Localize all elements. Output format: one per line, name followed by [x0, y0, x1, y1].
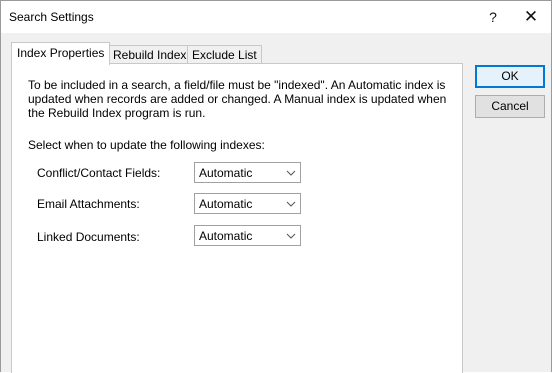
tab-index-properties[interactable]: Index Properties [11, 42, 111, 65]
email-attachments-label: Email Attachments: [37, 197, 140, 211]
linked-documents-value: Automatic [199, 229, 253, 243]
conflict-contact-fields-label: Conflict/Contact Fields: [37, 166, 161, 180]
ok-button[interactable]: OK [475, 65, 545, 88]
cancel-button[interactable]: Cancel [475, 95, 545, 118]
conflict-contact-fields-value: Automatic [199, 166, 253, 180]
index-prompt-label: Select when to update the following inde… [28, 138, 265, 152]
dialog-title: Search Settings [9, 10, 94, 24]
chevron-down-icon [286, 233, 296, 239]
linked-documents-label: Linked Documents: [37, 230, 140, 244]
conflict-contact-fields-select[interactable]: Automatic [194, 162, 301, 183]
index-description-text: To be included in a search, a field/file… [28, 78, 447, 120]
close-button[interactable]: ✕ [513, 1, 549, 33]
title-bar: Search Settings ? ✕ [1, 1, 551, 33]
tab-exclude-list[interactable]: Exclude List [187, 45, 262, 64]
email-attachments-select[interactable]: Automatic [194, 193, 301, 214]
chevron-down-icon [286, 201, 296, 207]
help-button[interactable]: ? [475, 1, 511, 33]
search-settings-dialog: Search Settings ? ✕ Index Properties Reb… [0, 0, 552, 373]
email-attachments-value: Automatic [199, 197, 253, 211]
linked-documents-select[interactable]: Automatic [194, 225, 301, 246]
index-properties-panel: To be included in a search, a field/file… [11, 63, 463, 373]
tab-rebuild-index[interactable]: Rebuild Index [108, 45, 192, 64]
chevron-down-icon [286, 170, 296, 176]
